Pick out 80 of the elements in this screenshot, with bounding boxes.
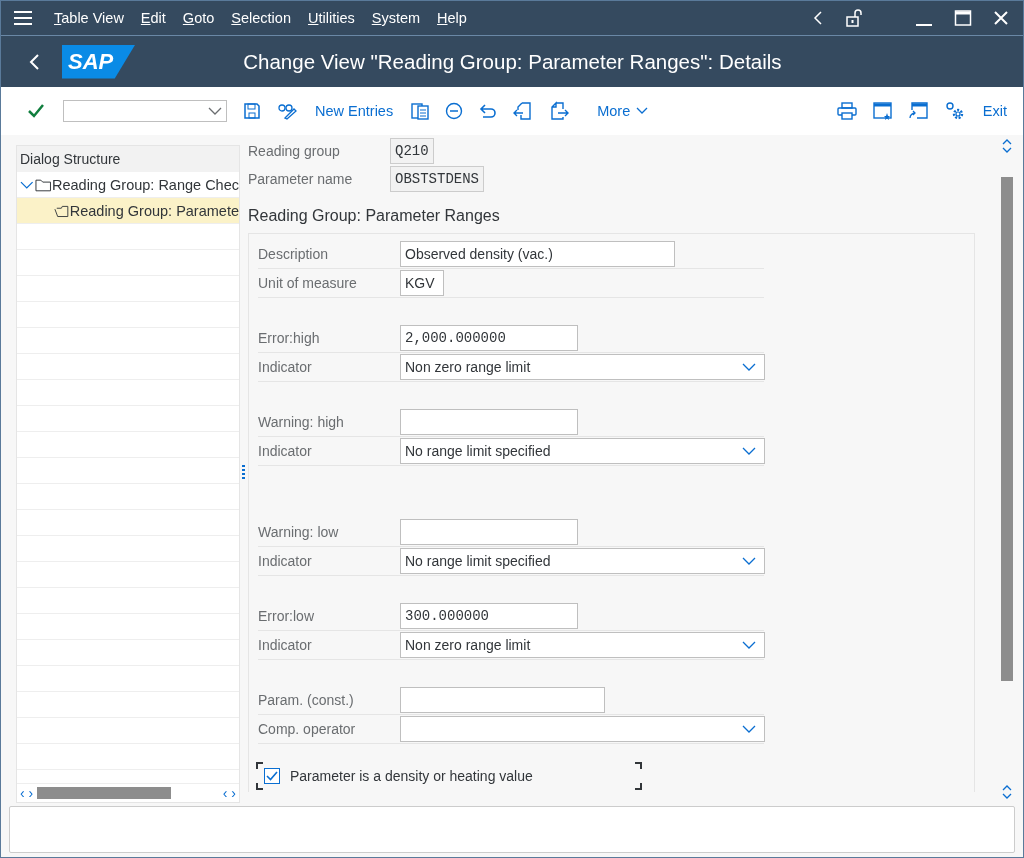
document-arrow-left-icon[interactable] <box>513 101 534 121</box>
window-title: Change View "Reading Group: Parameter Ranges": Details <box>243 49 782 74</box>
menu-item[interactable]: System <box>371 10 421 26</box>
logo: SAP <box>62 44 136 79</box>
field-label: Warning: low <box>258 524 340 540</box>
open-folder-icon <box>54 203 69 218</box>
menu-item[interactable]: Goto <box>182 10 215 26</box>
window-arrow-icon[interactable] <box>908 102 929 120</box>
dropdown-field[interactable]: Non zero range limit <box>400 354 765 380</box>
tree-item[interactable]: Reading Group: Paramete <box>17 198 239 224</box>
menu-item[interactable]: Table View <box>54 10 124 26</box>
close-icon[interactable] <box>993 10 1009 26</box>
scroll-arrows[interactable]: ‹ › <box>222 785 236 801</box>
glasses-pencil-icon[interactable] <box>277 102 297 120</box>
field-label: Error:low <box>258 608 315 624</box>
more-button[interactable]: More <box>595 99 651 123</box>
chevron-down-icon <box>636 107 649 115</box>
chevron-left-icon[interactable] <box>812 10 824 26</box>
chevron-down-icon[interactable] <box>742 363 756 371</box>
section-title: Reading Group: Parameter Ranges <box>248 207 501 225</box>
field-label: Error:high <box>258 330 321 346</box>
back-icon[interactable] <box>28 52 40 71</box>
checkbox-label: Parameter is a density or heating value <box>290 768 533 784</box>
minus-circle-icon[interactable] <box>445 102 464 120</box>
dropdown-field[interactable]: No range limit specified <box>400 548 765 574</box>
menu-item[interactable]: Selection <box>231 10 291 26</box>
menu-item[interactable]: Edit <box>140 10 166 26</box>
input-field[interactable]: Observed density (vac.) <box>400 241 675 267</box>
splitter-handle[interactable] <box>242 465 245 479</box>
panel-title: Dialog Structure <box>17 146 239 172</box>
undo-icon[interactable] <box>479 102 498 120</box>
dropdown-field[interactable] <box>400 716 765 742</box>
checkmark-icon[interactable] <box>27 103 45 119</box>
printer-icon[interactable] <box>836 102 857 120</box>
field-label: Parameter name <box>248 171 354 187</box>
unlocked-padlock-icon[interactable] <box>845 9 865 27</box>
new-entries-button[interactable]: New Entries <box>313 99 396 123</box>
input-field[interactable] <box>400 519 578 545</box>
gears-icon[interactable] <box>944 101 965 121</box>
folder-icon <box>34 177 51 192</box>
chevron-down-icon[interactable] <box>742 641 756 649</box>
document-arrow-right-icon[interactable] <box>549 101 570 121</box>
scroll-arrows[interactable]: ‹ › <box>20 785 34 801</box>
command-field[interactable] <box>63 100 227 122</box>
field-label: Indicator <box>258 637 313 653</box>
scrollbar-thumb[interactable] <box>37 787 172 799</box>
field-label: Comp. operator <box>258 721 357 737</box>
field-label: Indicator <box>258 359 313 375</box>
menu-icon[interactable] <box>13 10 33 26</box>
input-field[interactable]: KGV <box>400 270 444 296</box>
copy-document-icon[interactable] <box>411 102 430 120</box>
exit-button[interactable]: Exit <box>980 99 1009 123</box>
chevron-down-icon[interactable] <box>742 725 756 733</box>
chevron-icon[interactable] <box>20 179 34 190</box>
menu-item[interactable]: Help <box>437 10 467 26</box>
scroll-up-down-icon[interactable] <box>1002 785 1012 799</box>
chevron-down-icon[interactable] <box>742 557 756 565</box>
input-field[interactable] <box>400 687 605 713</box>
maximize-icon[interactable] <box>954 9 972 27</box>
menu-item[interactable]: Utilities <box>307 10 355 26</box>
field-value: Q210 <box>390 138 434 164</box>
scroll-up-down-icon[interactable] <box>1002 139 1012 153</box>
chevron-down-icon[interactable] <box>208 107 222 115</box>
field-label: Indicator <box>258 553 313 569</box>
checkbox[interactable] <box>264 768 280 784</box>
dropdown-field[interactable]: Non zero range limit <box>400 632 765 658</box>
scrollbar-thumb[interactable] <box>1001 177 1013 681</box>
input-field[interactable]: 2,000.000000 <box>400 325 578 351</box>
save-icon[interactable] <box>243 102 261 120</box>
field-label: Warning: high <box>258 414 345 430</box>
field-label: Description <box>258 246 330 262</box>
field-value: OBSTSTDENS <box>390 166 484 192</box>
field-label: Indicator <box>258 443 313 459</box>
chevron-down-icon[interactable] <box>742 447 756 455</box>
field-label: Unit of measure <box>258 275 358 291</box>
input-field[interactable] <box>400 409 578 435</box>
dropdown-field[interactable]: No range limit specified <box>400 438 765 464</box>
field-label: Reading group <box>248 143 341 159</box>
field-label: Param. (const.) <box>258 692 355 708</box>
input-field[interactable]: 300.000000 <box>400 603 578 629</box>
